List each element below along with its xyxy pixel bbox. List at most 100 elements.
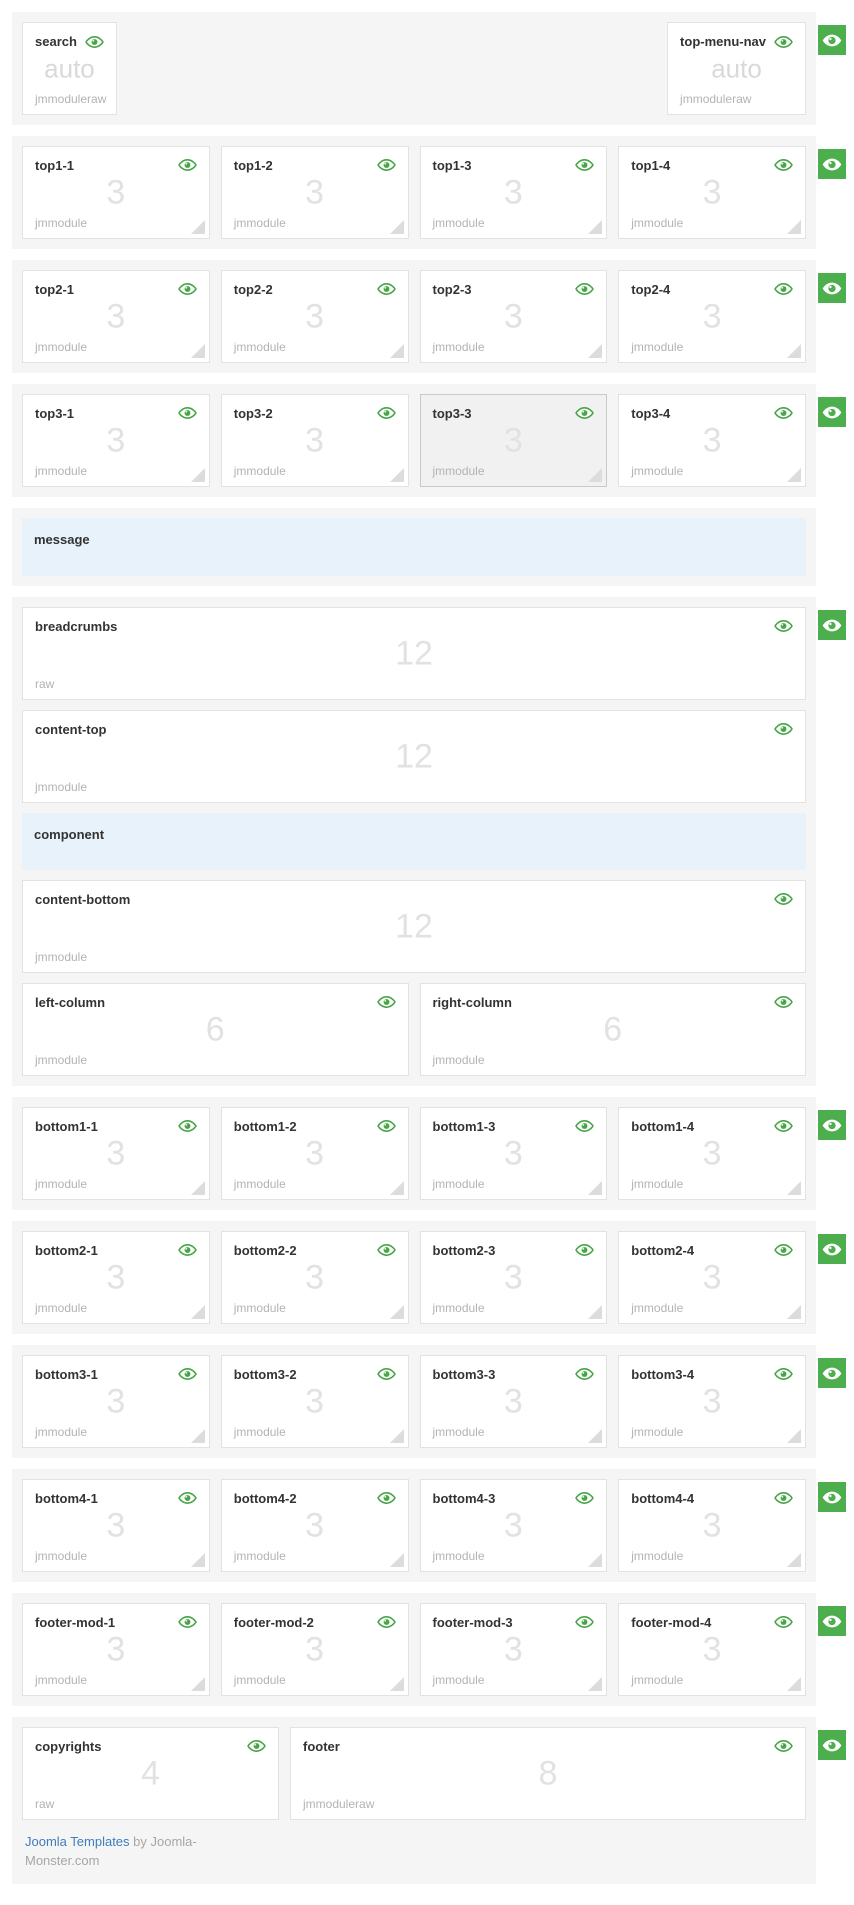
eye-icon[interactable] — [774, 1243, 793, 1257]
eye-icon[interactable] — [178, 1367, 197, 1381]
resize-grip-icon[interactable] — [390, 1181, 404, 1195]
eye-icon[interactable] — [575, 282, 594, 296]
joomla-templates-link[interactable]: Joomla Templates — [25, 1834, 130, 1849]
resize-grip-icon[interactable] — [588, 1677, 602, 1691]
resize-grip-icon[interactable] — [787, 1553, 801, 1567]
resize-grip-icon[interactable] — [588, 1181, 602, 1195]
module-position-bottom3-2[interactable]: bottom3-23jmmodule — [221, 1355, 409, 1448]
module-position-bottom4-2[interactable]: bottom4-23jmmodule — [221, 1479, 409, 1572]
module-position-top3-4[interactable]: top3-43jmmodule — [618, 394, 806, 487]
resize-grip-icon[interactable] — [787, 1677, 801, 1691]
module-position-bottom1-2[interactable]: bottom1-23jmmodule — [221, 1107, 409, 1200]
eye-icon[interactable] — [178, 158, 197, 172]
module-position-search[interactable]: searchautojmmoduleraw — [22, 22, 117, 115]
eye-icon[interactable] — [774, 1739, 793, 1753]
eye-icon[interactable] — [575, 406, 594, 420]
resize-grip-icon[interactable] — [588, 220, 602, 234]
eye-icon[interactable] — [377, 995, 396, 1009]
eye-icon[interactable] — [575, 1243, 594, 1257]
eye-icon[interactable] — [377, 1367, 396, 1381]
resize-grip-icon[interactable] — [787, 1305, 801, 1319]
resize-grip-icon[interactable] — [390, 1429, 404, 1443]
module-position-right-column[interactable]: right-column6jmmodule — [420, 983, 807, 1076]
module-position-top-menu-nav[interactable]: top-menu-navautojmmoduleraw — [667, 22, 806, 115]
resize-grip-icon[interactable] — [191, 1553, 205, 1567]
module-position-bottom3-1[interactable]: bottom3-13jmmodule — [22, 1355, 210, 1448]
module-position-content-bottom[interactable]: content-bottom12jmmodule — [22, 880, 806, 973]
module-position-content-top[interactable]: content-top12jmmodule — [22, 710, 806, 803]
eye-icon[interactable] — [178, 1615, 197, 1629]
eye-icon[interactable] — [178, 406, 197, 420]
resize-grip-icon[interactable] — [787, 220, 801, 234]
module-position-left-column[interactable]: left-column6jmmodule — [22, 983, 409, 1076]
eye-icon[interactable] — [377, 1491, 396, 1505]
row-visibility-toggle-footer-row[interactable] — [818, 1730, 846, 1760]
module-position-top3-1[interactable]: top3-13jmmodule — [22, 394, 210, 487]
module-position-top1-4[interactable]: top1-43jmmodule — [618, 146, 806, 239]
module-position-bottom3-3[interactable]: bottom3-33jmmodule — [420, 1355, 608, 1448]
resize-grip-icon[interactable] — [787, 468, 801, 482]
eye-icon[interactable] — [774, 406, 793, 420]
resize-grip-icon[interactable] — [588, 1429, 602, 1443]
module-position-bottom4-3[interactable]: bottom4-33jmmodule — [420, 1479, 608, 1572]
module-position-bottom3-4[interactable]: bottom3-43jmmodule — [618, 1355, 806, 1448]
eye-icon[interactable] — [377, 158, 396, 172]
module-position-footer-mod-1[interactable]: footer-mod-13jmmodule — [22, 1603, 210, 1696]
resize-grip-icon[interactable] — [390, 344, 404, 358]
module-position-copyrights[interactable]: copyrights4raw — [22, 1727, 279, 1820]
resize-grip-icon[interactable] — [191, 1429, 205, 1443]
eye-icon[interactable] — [247, 1739, 266, 1753]
eye-icon[interactable] — [774, 722, 793, 736]
resize-grip-icon[interactable] — [787, 344, 801, 358]
resize-grip-icon[interactable] — [390, 1677, 404, 1691]
row-visibility-toggle-bottom4[interactable] — [818, 1482, 846, 1512]
module-position-bottom4-4[interactable]: bottom4-43jmmodule — [618, 1479, 806, 1572]
eye-icon[interactable] — [774, 1491, 793, 1505]
eye-icon[interactable] — [575, 1367, 594, 1381]
eye-icon[interactable] — [85, 35, 104, 49]
row-visibility-toggle-top3[interactable] — [818, 397, 846, 427]
row-visibility-toggle-header-positions[interactable] — [818, 25, 846, 55]
resize-grip-icon[interactable] — [588, 1305, 602, 1319]
module-position-top1-1[interactable]: top1-13jmmodule — [22, 146, 210, 239]
module-position-bottom1-3[interactable]: bottom1-33jmmodule — [420, 1107, 608, 1200]
eye-icon[interactable] — [575, 158, 594, 172]
resize-grip-icon[interactable] — [390, 468, 404, 482]
resize-grip-icon[interactable] — [191, 1677, 205, 1691]
resize-grip-icon[interactable] — [191, 220, 205, 234]
eye-icon[interactable] — [774, 1615, 793, 1629]
module-position-bottom2-4[interactable]: bottom2-43jmmodule — [618, 1231, 806, 1324]
eye-icon[interactable] — [377, 406, 396, 420]
row-visibility-toggle-top2[interactable] — [818, 273, 846, 303]
module-position-footer-mod-4[interactable]: footer-mod-43jmmodule — [618, 1603, 806, 1696]
eye-icon[interactable] — [774, 282, 793, 296]
resize-grip-icon[interactable] — [390, 1305, 404, 1319]
module-position-bottom1-4[interactable]: bottom1-43jmmodule — [618, 1107, 806, 1200]
row-visibility-toggle-top1[interactable] — [818, 149, 846, 179]
eye-icon[interactable] — [178, 282, 197, 296]
module-position-footer-mod-3[interactable]: footer-mod-33jmmodule — [420, 1603, 608, 1696]
module-position-top1-2[interactable]: top1-23jmmodule — [221, 146, 409, 239]
eye-icon[interactable] — [178, 1491, 197, 1505]
resize-grip-icon[interactable] — [787, 1429, 801, 1443]
resize-grip-icon[interactable] — [588, 468, 602, 482]
module-position-top2-4[interactable]: top2-43jmmodule — [618, 270, 806, 363]
eye-icon[interactable] — [377, 282, 396, 296]
eye-icon[interactable] — [575, 1119, 594, 1133]
module-position-bottom2-2[interactable]: bottom2-23jmmodule — [221, 1231, 409, 1324]
resize-grip-icon[interactable] — [191, 344, 205, 358]
eye-icon[interactable] — [377, 1615, 396, 1629]
module-position-top2-2[interactable]: top2-23jmmodule — [221, 270, 409, 363]
eye-icon[interactable] — [377, 1119, 396, 1133]
module-position-top1-3[interactable]: top1-33jmmodule — [420, 146, 608, 239]
eye-icon[interactable] — [575, 1491, 594, 1505]
resize-grip-icon[interactable] — [588, 1553, 602, 1567]
eye-icon[interactable] — [774, 1119, 793, 1133]
eye-icon[interactable] — [774, 995, 793, 1009]
module-position-footer-mod-2[interactable]: footer-mod-23jmmodule — [221, 1603, 409, 1696]
eye-icon[interactable] — [377, 1243, 396, 1257]
module-position-breadcrumbs[interactable]: breadcrumbs12raw — [22, 607, 806, 700]
resize-grip-icon[interactable] — [787, 1181, 801, 1195]
resize-grip-icon[interactable] — [390, 220, 404, 234]
eye-icon[interactable] — [575, 1615, 594, 1629]
